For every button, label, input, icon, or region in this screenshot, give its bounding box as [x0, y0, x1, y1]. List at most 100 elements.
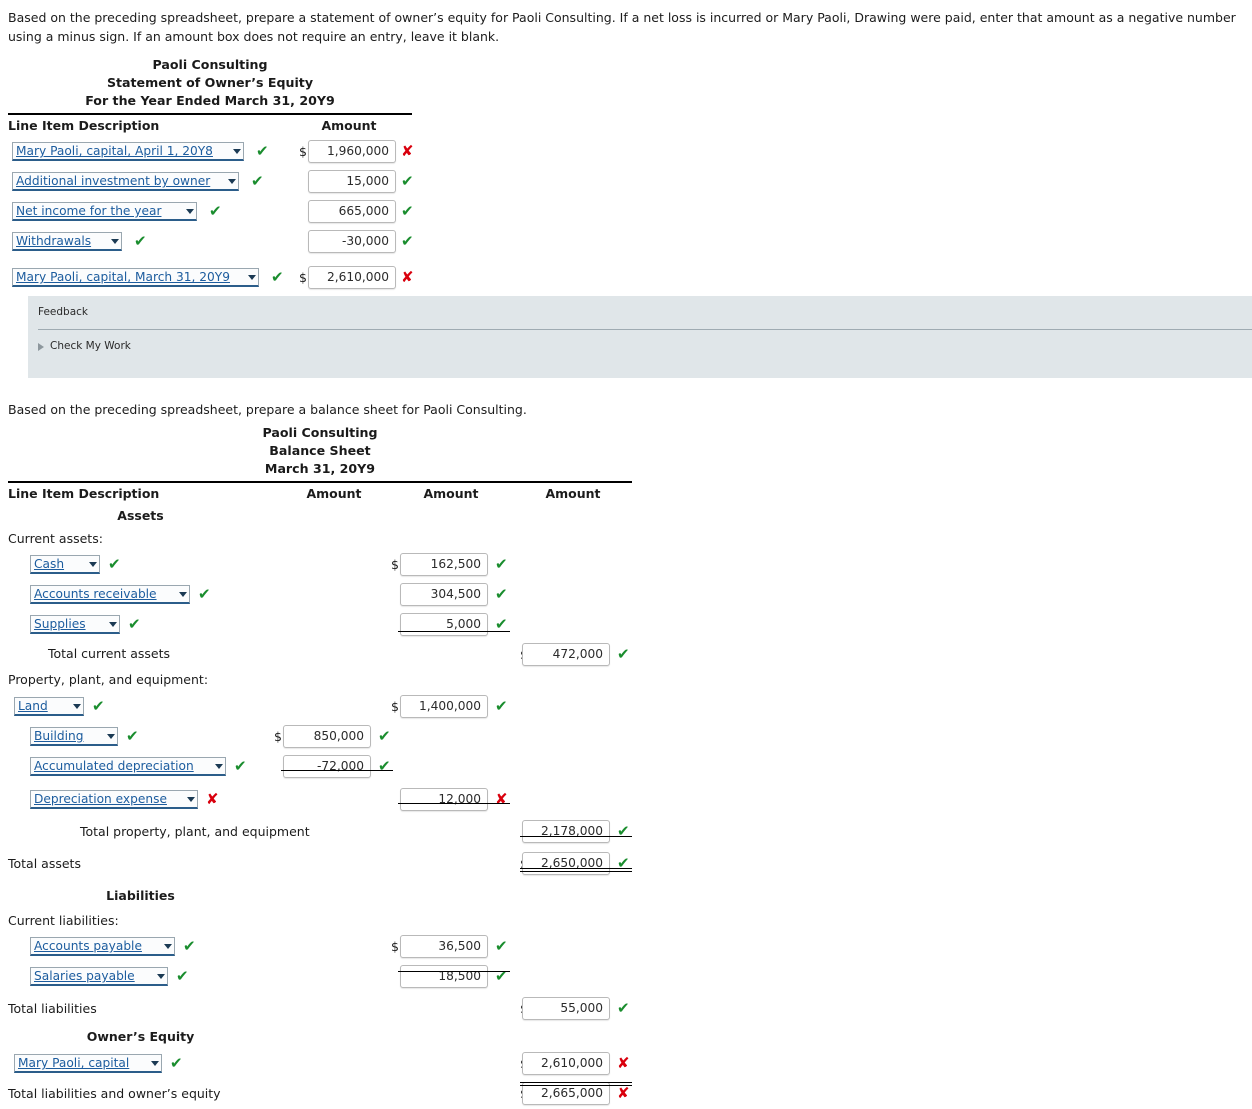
equity-amount-input-0[interactable]: 1,960,000: [308, 140, 396, 163]
equity-amount-input-4[interactable]: 2,610,000: [308, 266, 396, 289]
bs-select-3[interactable]: Land: [14, 697, 84, 716]
bs-amount-input-total-liabilities[interactable]: 55,000: [522, 997, 610, 1020]
table-row: Building ✔ $ 850,000 ✔: [8, 722, 632, 752]
bs-subhead-current-liabilities: Current liabilities:: [8, 909, 632, 932]
bs-current-assets-label: Current assets:: [8, 531, 103, 546]
bs-label-mark-2: ✔: [128, 615, 141, 633]
bs-amount-mark-6: ✘: [495, 790, 508, 808]
bs-amount-input-5[interactable]: -72,000: [283, 755, 371, 778]
bs-select-2[interactable]: Supplies: [30, 615, 120, 634]
bs-current-assets-rule: [398, 631, 510, 632]
equity-col-description: Line Item Description: [8, 118, 160, 133]
chevron-down-icon: [73, 704, 81, 709]
equity-amount-mark-0: ✘: [401, 142, 414, 160]
bs-amount-input-1[interactable]: 304,500: [400, 583, 488, 606]
bs-label-mark-9: ✔: [170, 1054, 183, 1072]
bs-amount-mark-tca: ✔: [617, 645, 630, 663]
bs-total-liabilities-label: Total liabilities: [8, 1001, 97, 1016]
bs-amount-input-7[interactable]: 36,500: [400, 935, 488, 958]
equity-statement-period: For the Year Ended March 31, 20Y9: [85, 93, 335, 108]
equity-label-mark-1: ✔: [251, 172, 264, 190]
bs-total-assets-double-rule: [520, 868, 632, 872]
chevron-down-icon: [248, 275, 256, 280]
equity-select-3[interactable]: Withdrawals: [12, 232, 122, 251]
equity-company-name: Paoli Consulting: [152, 57, 268, 72]
bs-select-9[interactable]: Mary Paoli, capital: [14, 1054, 162, 1073]
bs-dollar-0: $: [391, 557, 399, 572]
bs-col-amount-1: Amount: [306, 486, 362, 501]
equity-select-0[interactable]: Mary Paoli, capital, April 1, 20Y8: [12, 142, 244, 161]
bs-select-7[interactable]: Accounts payable: [30, 937, 175, 956]
bs-amount-mark-7: ✔: [495, 937, 508, 955]
chevron-down-icon: [228, 179, 236, 184]
bs-amount-mark-4: ✔: [378, 727, 391, 745]
check-my-work-label: Check My Work: [50, 340, 131, 352]
bs-amount-mark-1: ✔: [495, 585, 508, 603]
equity-select-1[interactable]: Additional investment by owner: [12, 172, 239, 191]
bs-amount-mark-8: ✔: [495, 967, 508, 985]
bs-section-assets: Assets: [8, 505, 632, 527]
bs-assets-heading: Assets: [117, 508, 164, 523]
chevron-down-icon: [111, 239, 119, 244]
table-row: Accounts receivable ✔ 304,500 ✔: [8, 580, 632, 610]
bs-amount-mark-total-liabilities: ✔: [617, 999, 630, 1017]
equity-column-headers: Line Item Description Amount: [8, 115, 412, 137]
equity-amount-input-3[interactable]: -30,000: [308, 230, 396, 253]
bs-company-name: Paoli Consulting: [262, 425, 378, 440]
bs-amount-input-total-current-assets[interactable]: 472,000: [522, 643, 610, 666]
bs-amount-mark-3: ✔: [495, 697, 508, 715]
bs-select-1[interactable]: Accounts receivable: [30, 585, 190, 604]
table-row: Mary Paoli, capital, March 31, 20Y9 ✔ $ …: [8, 263, 414, 293]
bs-amount-input-3[interactable]: 1,400,000: [400, 695, 488, 718]
bs-amount-input-9[interactable]: 2,610,000: [522, 1052, 610, 1075]
chevron-down-icon: [157, 974, 165, 979]
bs-statement-period: March 31, 20Y9: [264, 461, 376, 476]
bs-col-description: Line Item Description: [8, 486, 160, 501]
table-row: Total assets $ 2,650,000 ✔: [8, 849, 632, 879]
bs-grandtotal-double-rule: [520, 1082, 632, 1086]
bs-total-current-assets-label: Total current assets: [48, 646, 171, 661]
bs-amount-input-6[interactable]: 12,000: [400, 788, 488, 811]
bs-amount-input-0[interactable]: 162,500: [400, 553, 488, 576]
bs-select-0[interactable]: Cash: [30, 555, 100, 574]
bs-ppe-label: Property, plant, and equipment:: [8, 672, 209, 687]
table-row: Total property, plant, and equipment 2,1…: [8, 817, 632, 847]
feedback-divider: [38, 329, 1252, 330]
equity-select-4[interactable]: Mary Paoli, capital, March 31, 20Y9: [12, 268, 259, 287]
bs-current-liabilities-rule: [398, 971, 510, 972]
check-my-work-button[interactable]: Check My Work: [38, 340, 131, 352]
bs-amount-input-total-ppe[interactable]: 2,178,000: [522, 820, 610, 843]
table-row: Land ✔ $ 1,400,000 ✔: [8, 692, 632, 722]
bs-col-amount-3: Amount: [545, 486, 601, 501]
bs-total-ppe-label: Total property, plant, and equipment: [80, 824, 310, 839]
equity-amount-input-1[interactable]: 15,000: [308, 170, 396, 193]
bs-label-mark-1: ✔: [198, 585, 211, 603]
table-row: Additional investment by owner ✔ 15,000 …: [8, 167, 414, 197]
bs-amount-input-4[interactable]: 850,000: [283, 725, 371, 748]
equity-select-2[interactable]: Net income for the year: [12, 202, 197, 221]
equity-amount-input-2[interactable]: 665,000: [308, 200, 396, 223]
feedback-panel: Feedback Check My Work: [28, 296, 1252, 378]
bs-select-8[interactable]: Salaries payable: [30, 967, 168, 986]
balance-sheet: Paoli Consulting Balance Sheet March 31,…: [8, 424, 632, 1109]
bs-label-mark-7: ✔: [183, 937, 196, 955]
chevron-down-icon: [179, 592, 187, 597]
bs-total-liab-equity-label: Total liabilities and owner’s equity: [8, 1086, 221, 1101]
equity-statement-title: Statement of Owner’s Equity: [106, 75, 314, 90]
bs-label-mark-3: ✔: [92, 697, 105, 715]
feedback-title: Feedback: [38, 306, 89, 318]
bs-total-assets-rule: [520, 836, 632, 837]
chevron-down-icon: [107, 734, 115, 739]
bs-ppe-rule: [398, 803, 510, 804]
bs-select-4[interactable]: Building: [30, 727, 118, 746]
bs-subhead-current-assets: Current assets:: [8, 527, 632, 550]
bs-amount-input-2[interactable]: 5,000: [400, 613, 488, 636]
bs-select-6[interactable]: Depreciation expense: [30, 790, 198, 809]
bs-owners-equity-heading: Owner’s Equity: [86, 1029, 195, 1044]
table-row: Supplies ✔ 5,000 ✔: [8, 610, 632, 640]
bs-label-mark-4: ✔: [126, 727, 139, 745]
chevron-down-icon: [109, 622, 117, 627]
bs-amount-input-8[interactable]: 18,500: [400, 965, 488, 988]
table-row: Withdrawals ✔ -30,000 ✔: [8, 227, 414, 257]
bs-select-5[interactable]: Accumulated depreciation: [30, 757, 226, 776]
